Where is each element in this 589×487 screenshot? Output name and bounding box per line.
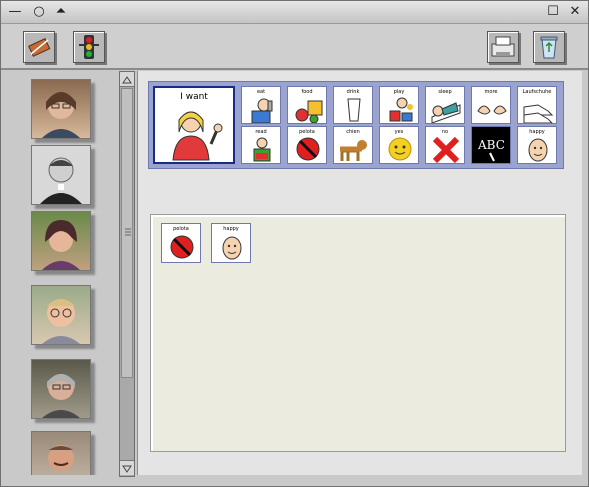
print-button[interactable] <box>487 31 519 63</box>
traffic-light-button[interactable] <box>73 31 105 63</box>
card-drink[interactable]: drink <box>333 86 373 124</box>
more-hands-icon <box>477 105 507 115</box>
message-card-happy[interactable]: happy <box>211 223 251 263</box>
maximize-icon[interactable]: ☐ <box>545 4 561 20</box>
girl-waving-icon <box>172 111 223 161</box>
avatar <box>48 445 74 471</box>
food-icon <box>295 100 323 123</box>
main-area: I want eat food drink play sleep more La… <box>137 71 582 475</box>
symbol-board: I want eat food drink play sleep more La… <box>148 81 564 169</box>
card-laufschuhe[interactable]: Laufschuhe <box>517 86 557 124</box>
happy-face-icon <box>528 138 548 162</box>
people-scrollbar[interactable] <box>119 71 135 477</box>
toolbar <box>1 24 588 70</box>
dog-icon <box>340 140 367 161</box>
people-list <box>15 71 111 475</box>
i-want-card[interactable]: I want <box>153 86 235 164</box>
person-photo-1[interactable] <box>31 79 91 139</box>
card-yes[interactable]: yes <box>379 126 419 164</box>
shade-icon[interactable]: ⏶ <box>53 4 69 20</box>
avatar <box>42 299 80 344</box>
card-label: pelota <box>173 226 189 232</box>
card-food[interactable]: food <box>287 86 327 124</box>
avatar <box>42 374 80 418</box>
app-window: — ○ ⏶ ☐ ✕ I want eat food drink play sle… <box>0 0 589 487</box>
printer-icon <box>491 36 515 57</box>
scroll-up-icon[interactable] <box>120 72 134 87</box>
abc-writing-icon: ABC <box>477 138 505 162</box>
play-icon <box>389 97 413 122</box>
person-photo-4[interactable] <box>31 285 91 345</box>
svg-text:ABC: ABC <box>477 138 505 152</box>
card-label: happy <box>223 226 239 232</box>
title-bar: — ○ ⏶ ☐ ✕ <box>1 1 588 24</box>
glass-icon <box>347 98 361 122</box>
recycle-bin-button[interactable] <box>533 31 565 63</box>
card-read[interactable]: read <box>241 126 281 164</box>
minimize-icon[interactable]: — <box>7 4 23 20</box>
person-photo-3[interactable] <box>31 211 91 271</box>
card-no[interactable]: no <box>425 126 465 164</box>
eraser-button[interactable] <box>23 31 55 63</box>
avatar <box>40 157 82 204</box>
recycle-bin-icon <box>540 36 558 59</box>
smiley-sun-icon <box>388 137 412 161</box>
card-chien[interactable]: chien <box>333 126 373 164</box>
card-more[interactable]: more <box>471 86 511 124</box>
card-play[interactable]: play <box>379 86 419 124</box>
eat-icon <box>251 98 273 123</box>
scroll-thumb[interactable] <box>121 88 133 378</box>
message-area[interactable]: pelota happy <box>150 214 566 452</box>
avatar <box>42 92 80 138</box>
message-card-pelota[interactable]: pelota <box>161 223 201 263</box>
person-photo-2[interactable] <box>31 145 91 205</box>
person-photo-6[interactable] <box>31 431 91 475</box>
shoes-icon <box>523 104 554 123</box>
card-eat[interactable]: eat <box>241 86 281 124</box>
card-happy[interactable]: happy <box>517 126 557 164</box>
red-x-icon <box>432 136 460 163</box>
scroll-down-icon[interactable] <box>120 460 134 475</box>
person-photo-5[interactable] <box>31 359 91 419</box>
traffic-light-icon <box>79 35 99 59</box>
card-pelota[interactable]: pelota <box>287 126 327 164</box>
ball-icon <box>296 137 320 161</box>
read-icon <box>253 137 271 162</box>
card-sleep[interactable]: sleep <box>425 86 465 124</box>
card-alphabet[interactable]: ABC <box>471 126 511 164</box>
close-icon[interactable]: ✕ <box>567 4 583 20</box>
sleep-icon <box>431 102 461 123</box>
eraser-icon <box>28 38 51 57</box>
restore-icon[interactable]: ○ <box>31 4 47 20</box>
avatar <box>42 220 80 270</box>
